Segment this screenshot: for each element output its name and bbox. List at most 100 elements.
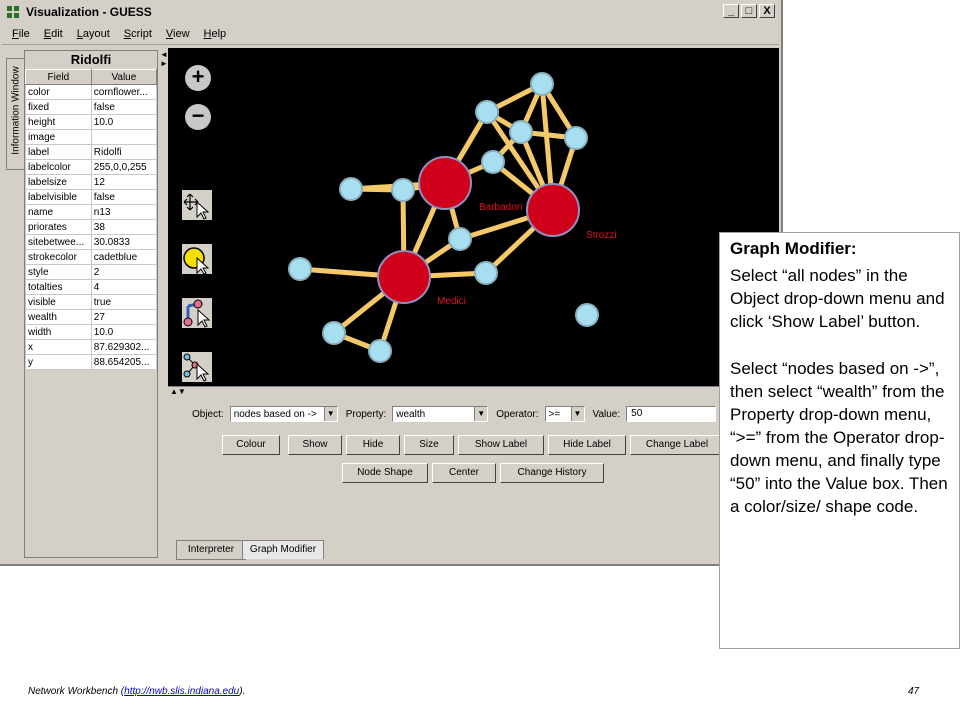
graph-node[interactable] xyxy=(339,177,363,201)
graph-svg[interactable]: Barbadori Strozzi Medici xyxy=(168,48,779,386)
table-row[interactable]: wealth 27 xyxy=(25,309,158,325)
table-row[interactable]: labelvisible false xyxy=(25,189,158,205)
graph-node[interactable] xyxy=(474,261,498,285)
value-cell[interactable]: false xyxy=(90,189,158,205)
panel-collapse-arrows[interactable]: ◄ ► xyxy=(160,50,168,68)
zoom-out-icon[interactable]: − xyxy=(185,104,211,130)
graph-node[interactable] xyxy=(475,100,499,124)
change-label-button[interactable]: Change Label xyxy=(630,435,724,455)
node-shape-button[interactable]: Node Shape xyxy=(342,463,428,483)
minimize-button[interactable]: _ xyxy=(723,4,739,18)
object-dropdown-value: nodes based on -> xyxy=(233,408,317,420)
graph-node[interactable] xyxy=(368,339,392,363)
table-row[interactable]: fixed false xyxy=(25,99,158,115)
show-button[interactable]: Show xyxy=(288,435,342,455)
operator-dropdown[interactable]: >= ▼ xyxy=(544,406,585,422)
table-row[interactable]: labelsize 12 xyxy=(25,174,158,190)
graph-node[interactable] xyxy=(322,321,346,345)
graph-node[interactable] xyxy=(481,150,505,174)
table-row[interactable]: strokecolor cadetblue xyxy=(25,249,158,265)
value-cell[interactable]: 87.629302... xyxy=(90,339,158,355)
table-row[interactable]: priorates 38 xyxy=(25,219,158,235)
menu-script[interactable]: Script xyxy=(124,28,152,40)
node-edit-icon[interactable] xyxy=(182,352,212,382)
table-row[interactable]: totalties 4 xyxy=(25,279,158,295)
value-cell[interactable]: 88.654205... xyxy=(90,354,158,370)
graph-node-large[interactable] xyxy=(526,183,580,237)
graph-node[interactable] xyxy=(448,227,472,251)
close-button[interactable]: X xyxy=(759,4,775,18)
hide-button[interactable]: Hide xyxy=(346,435,400,455)
colour-button[interactable]: Colour xyxy=(222,435,280,455)
graph-node-large[interactable] xyxy=(418,156,472,210)
table-row[interactable]: name n13 xyxy=(25,204,158,220)
center-button[interactable]: Center xyxy=(432,463,496,483)
graph-node[interactable] xyxy=(575,303,599,327)
value-cell[interactable]: n13 xyxy=(90,204,158,220)
footer-link[interactable]: http://nwb.slis.indiana.edu xyxy=(124,686,239,697)
tab-interpreter[interactable]: Interpreter xyxy=(176,540,246,560)
value-cell[interactable]: false xyxy=(90,99,158,115)
menu-help[interactable]: Help xyxy=(204,28,227,40)
graph-node[interactable] xyxy=(391,178,415,202)
field-cell: fixed xyxy=(25,99,92,115)
chevron-down-icon[interactable]: ▼ xyxy=(570,407,584,421)
title-bar: Visualization - GUESS _ □ X xyxy=(2,2,779,22)
object-dropdown[interactable]: nodes based on -> ▼ xyxy=(229,406,338,422)
menu-file[interactable]: File xyxy=(12,28,30,40)
value-cell[interactable] xyxy=(90,129,158,145)
show-label-button[interactable]: Show Label xyxy=(458,435,544,455)
move-icon[interactable] xyxy=(182,190,212,220)
table-row[interactable]: style 2 xyxy=(25,264,158,280)
value-cell[interactable]: 30.0833 xyxy=(90,234,158,250)
select-icon[interactable] xyxy=(182,244,212,275)
size-button[interactable]: Size xyxy=(404,435,454,455)
value-input[interactable]: 50 xyxy=(626,406,717,422)
value-header[interactable]: Value xyxy=(90,69,158,85)
value-cell[interactable]: 10.0 xyxy=(90,114,158,130)
edge-edit-icon[interactable] xyxy=(182,298,212,328)
value-cell[interactable]: Ridolfi xyxy=(90,144,158,160)
graph-node[interactable] xyxy=(288,257,312,281)
graph-node[interactable] xyxy=(564,126,588,150)
chevron-down-icon[interactable]: ▼ xyxy=(323,407,337,421)
operator-label: Operator: xyxy=(496,408,539,420)
graph-canvas[interactable]: Barbadori Strozzi Medici + − xyxy=(168,48,779,386)
change-history-button[interactable]: Change History xyxy=(500,463,604,483)
graph-node[interactable] xyxy=(509,120,533,144)
tab-graph-modifier[interactable]: Graph Modifier xyxy=(242,540,324,559)
maximize-button[interactable]: □ xyxy=(741,4,757,18)
table-row[interactable]: color cornflower... xyxy=(25,84,158,100)
graph-node-large[interactable] xyxy=(377,250,431,304)
graph-node[interactable] xyxy=(530,72,554,96)
table-row[interactable]: height 10.0 xyxy=(25,114,158,130)
value-cell[interactable]: 12 xyxy=(90,174,158,190)
property-dropdown[interactable]: wealth ▼ xyxy=(392,406,489,422)
value-cell[interactable]: 10.0 xyxy=(90,324,158,340)
menu-view[interactable]: View xyxy=(166,28,190,40)
table-row[interactable]: visible true xyxy=(25,294,158,310)
table-row[interactable]: labelcolor 255,0,0,255 xyxy=(25,159,158,175)
hide-label-button[interactable]: Hide Label xyxy=(548,435,626,455)
value-cell[interactable]: 27 xyxy=(90,309,158,325)
value-cell[interactable]: cadetblue xyxy=(90,249,158,265)
table-row[interactable]: label Ridolfi xyxy=(25,144,158,160)
chevron-down-icon[interactable]: ▼ xyxy=(474,407,488,421)
value-cell[interactable]: 38 xyxy=(90,219,158,235)
value-cell[interactable]: true xyxy=(90,294,158,310)
information-window-tab[interactable]: Information Window xyxy=(6,58,26,170)
field-cell: priorates xyxy=(25,219,92,235)
field-header[interactable]: Field xyxy=(25,69,92,85)
zoom-in-icon[interactable]: + xyxy=(185,65,211,91)
table-row[interactable]: y 88.654205... xyxy=(25,354,158,370)
table-row[interactable]: image xyxy=(25,129,158,145)
menu-layout[interactable]: Layout xyxy=(77,28,110,40)
table-row[interactable]: sitebetwee... 30.0833 xyxy=(25,234,158,250)
table-row[interactable]: width 10.0 xyxy=(25,324,158,340)
table-row[interactable]: x 87.629302... xyxy=(25,339,158,355)
menu-edit[interactable]: Edit xyxy=(44,28,63,40)
value-cell[interactable]: 255,0,0,255 xyxy=(90,159,158,175)
value-cell[interactable]: 4 xyxy=(90,279,158,295)
value-cell[interactable]: cornflower... xyxy=(90,84,158,100)
value-cell[interactable]: 2 xyxy=(90,264,158,280)
